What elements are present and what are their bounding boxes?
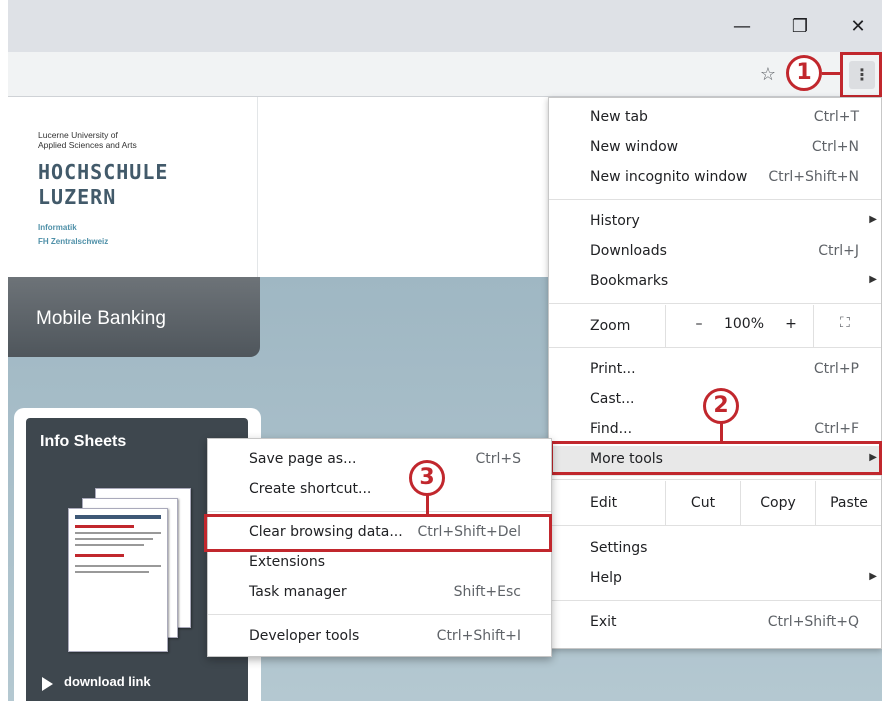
edit-label: Edit [590, 495, 618, 511]
zoom-out-button[interactable]: – [689, 316, 709, 332]
menu-item-bookmarks[interactable]: Bookmarks ▶ [549, 268, 881, 298]
menu-item-shortcut: Ctrl+T [813, 109, 859, 125]
menu-item-shortcut: Ctrl+Shift+I [436, 628, 521, 644]
menu-item-label: Settings [590, 540, 648, 556]
fullscreen-icon[interactable]: ⛶ [840, 315, 850, 331]
submenu-arrow-icon: ▶ [869, 571, 877, 582]
callout-1: 1 [786, 55, 822, 91]
menu-item-zoom: Zoom – 100% + ⛶ [549, 305, 881, 347]
menu-item-exit[interactable]: Exit Ctrl+Shift+Q [549, 609, 881, 639]
menu-item-new-window[interactable]: New window Ctrl+N [549, 134, 881, 164]
menu-item-label: New tab [590, 109, 648, 125]
submenu-item-task-manager[interactable]: Task manager Shift+Esc [208, 579, 551, 609]
close-icon[interactable]: ✕ [836, 10, 880, 42]
copy-button[interactable]: Copy [741, 495, 815, 511]
menu-item-new-tab[interactable]: New tab Ctrl+T [549, 104, 881, 134]
logo-name-1: HOCHSCHULE [38, 160, 169, 184]
submenu-item-extensions[interactable]: Extensions [208, 549, 551, 579]
bookmark-star-icon[interactable]: ☆ [757, 64, 779, 86]
menu-separator [549, 525, 881, 526]
menu-item-new-incognito[interactable]: New incognito window Ctrl+Shift+N [549, 164, 881, 194]
menu-separator [549, 347, 881, 348]
logo-dept-1: Informatik [38, 223, 77, 232]
menu-separator [549, 303, 881, 304]
submenu-item-save-page[interactable]: Save page as... Ctrl+S [208, 446, 551, 476]
menu-item-label: Find... [590, 421, 633, 437]
menu-separator [208, 511, 551, 512]
paste-button[interactable]: Paste [816, 495, 882, 511]
callout-1-connector [822, 72, 840, 75]
callout-3: 3 [409, 460, 445, 496]
menu-item-help[interactable]: Help ▶ [549, 565, 881, 595]
logo-tagline-2: Applied Sciences and Arts [38, 140, 137, 150]
menu-item-label: Cast... [590, 391, 635, 407]
menu-item-edit-row: Edit Cut Copy Paste [549, 481, 881, 525]
menu-item-shortcut: Ctrl+N [811, 139, 859, 155]
callout-2: 2 [703, 388, 739, 424]
banner-title: Mobile Banking [36, 308, 166, 329]
menu-item-label: Exit [590, 614, 617, 630]
menu-item-history[interactable]: History ▶ [549, 208, 881, 238]
menu-item-label: Create shortcut... [249, 481, 372, 497]
info-sheets-title: Info Sheets [40, 433, 127, 450]
submenu-arrow-icon: ▶ [869, 214, 877, 225]
logo-dept-2: FH Zentralschweiz [38, 237, 109, 246]
menu-item-label: Extensions [249, 554, 326, 570]
menu-item-label: Bookmarks [590, 273, 669, 289]
cut-button[interactable]: Cut [666, 495, 740, 511]
menu-item-downloads[interactable]: Downloads Ctrl+J [549, 238, 881, 268]
info-sheet-thumbnail-front[interactable] [68, 508, 168, 652]
submenu-item-developer-tools[interactable]: Developer tools Ctrl+Shift+I [208, 623, 551, 653]
menu-item-label: Task manager [249, 584, 347, 600]
menu-separator [549, 600, 881, 601]
menu-item-shortcut: Shift+Esc [453, 584, 521, 600]
more-tools-highlight [550, 441, 882, 475]
minimize-icon[interactable]: — [720, 10, 764, 42]
menu-item-print[interactable]: Print... Ctrl+P [549, 356, 881, 386]
play-icon [42, 677, 53, 691]
browser-toolbar [8, 52, 882, 97]
menu-item-label: Downloads [590, 243, 667, 259]
menu-item-label: Save page as... [249, 451, 357, 467]
menu-item-label: Print... [590, 361, 636, 377]
menu-divider [665, 305, 666, 347]
chrome-main-menu: New tab Ctrl+T New window Ctrl+N New incog… [548, 97, 882, 649]
menu-item-label: Developer tools [249, 628, 360, 644]
menu-item-label: New window [590, 139, 679, 155]
clear-browsing-data-highlight [204, 514, 552, 552]
menu-item-shortcut: Ctrl+Shift+Q [767, 614, 859, 630]
menu-item-shortcut: Ctrl+F [814, 421, 859, 437]
logo-name-2: LUZERN [38, 185, 117, 209]
submenu-item-create-shortcut[interactable]: Create shortcut... [208, 476, 551, 506]
submenu-arrow-icon: ▶ [869, 274, 877, 285]
zoom-in-button[interactable]: + [781, 316, 801, 332]
menu-button-highlight [840, 52, 882, 98]
restore-icon[interactable]: ❐ [778, 10, 822, 42]
zoom-level: 100% [723, 316, 765, 332]
menu-separator [208, 614, 551, 615]
logo-tagline-1: Lucerne University of [38, 130, 118, 140]
menu-item-label: History [590, 213, 640, 229]
menu-item-shortcut: Ctrl+Shift+N [768, 169, 859, 185]
menu-item-shortcut: Ctrl+J [818, 243, 859, 259]
menu-item-shortcut: Ctrl+P [813, 361, 859, 377]
menu-item-settings[interactable]: Settings [549, 535, 881, 565]
zoom-label: Zoom [590, 318, 631, 334]
menu-item-shortcut: Ctrl+S [475, 451, 521, 467]
download-link[interactable]: download link [64, 674, 151, 689]
menu-item-label: New incognito window [590, 169, 748, 185]
menu-divider [813, 305, 814, 347]
menu-separator [549, 199, 881, 200]
menu-separator [549, 479, 881, 480]
menu-item-label: Help [590, 570, 622, 586]
